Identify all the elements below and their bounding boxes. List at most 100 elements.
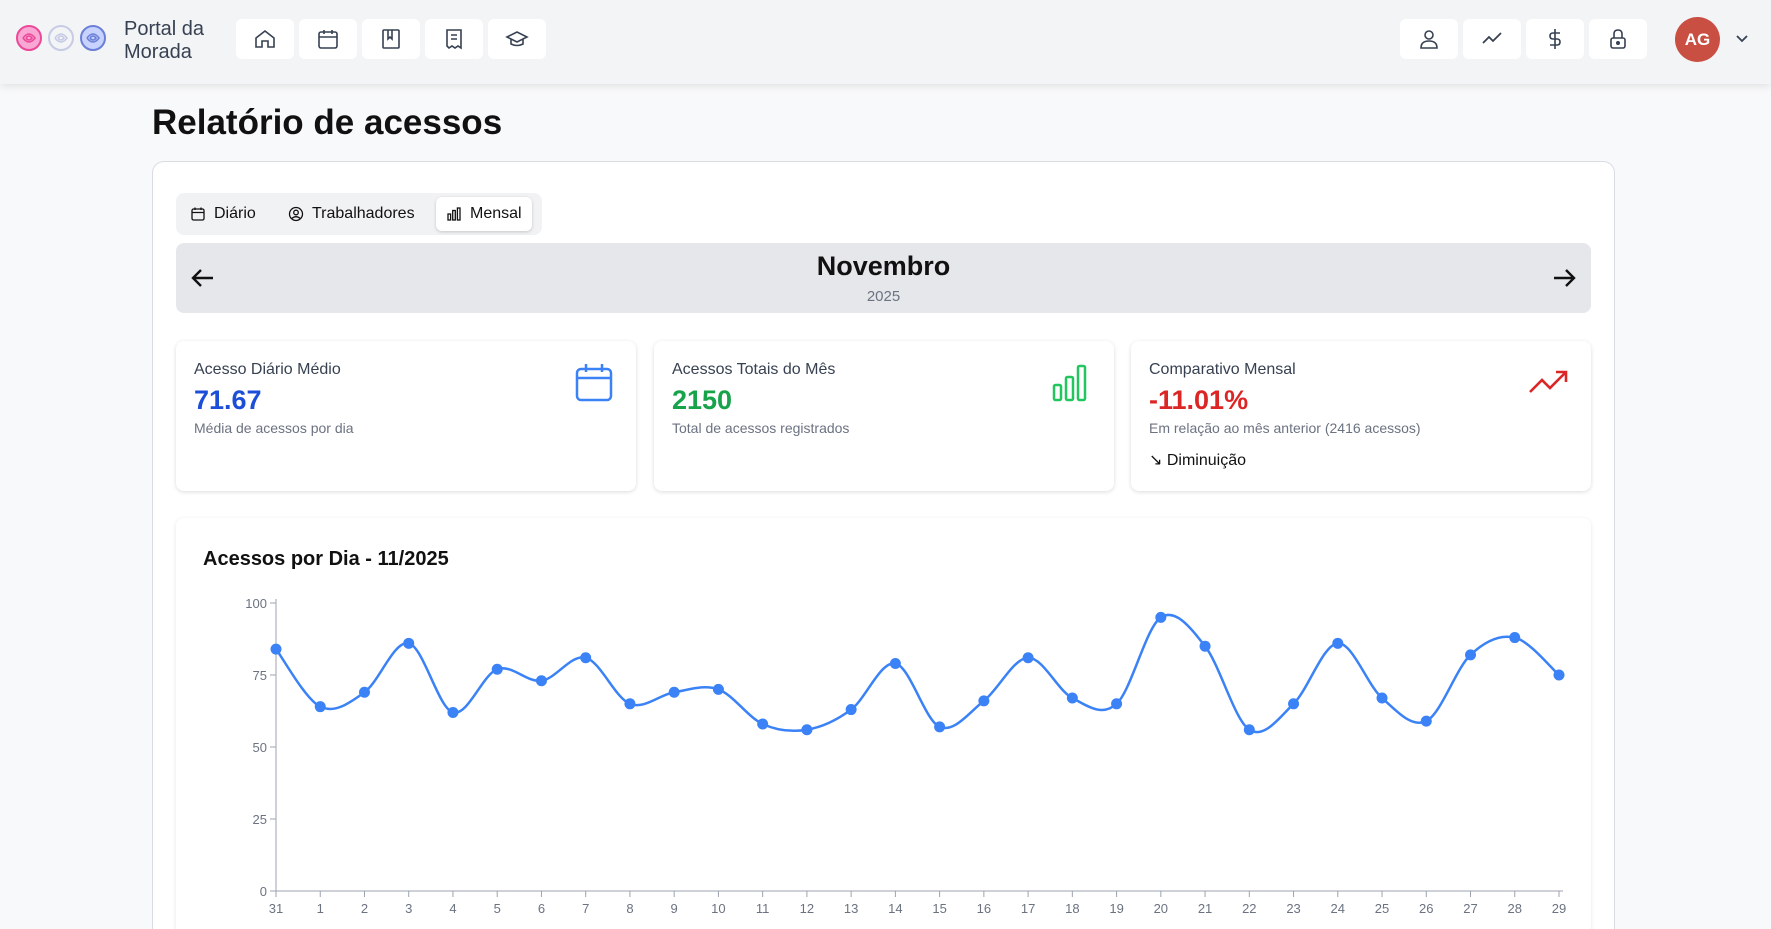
top-navbar: Portal da Morada AG (0, 0, 1771, 84)
lock-icon (1610, 29, 1626, 49)
nav-finance-button[interactable] (1526, 19, 1584, 59)
x-tick-label: 14 (888, 901, 902, 916)
data-point (358, 686, 370, 698)
stat-card-monthly-comparison: Comparativo Mensal -11.01% Em relação ao… (1131, 341, 1591, 491)
x-tick-label: 26 (1419, 901, 1433, 916)
x-tick-label: 28 (1508, 901, 1522, 916)
brand-name[interactable]: Portal da Morada (124, 18, 204, 64)
nav-home-button[interactable] (236, 19, 294, 59)
nav-calendar-button[interactable] (299, 19, 357, 59)
x-tick-label: 8 (626, 901, 633, 916)
x-tick-label: 25 (1375, 901, 1389, 916)
data-point (712, 683, 724, 695)
data-point (270, 643, 282, 655)
users-icon (1420, 30, 1438, 49)
nav-security-button[interactable] (1589, 19, 1647, 59)
stat-label: Comparativo Mensal (1149, 361, 1296, 378)
x-tick-label: 19 (1109, 901, 1123, 916)
series-line (274, 613, 1560, 734)
data-point (1376, 692, 1388, 704)
chevron-down-icon[interactable] (1732, 28, 1752, 48)
data-point (580, 652, 592, 664)
x-tick-label: 13 (844, 901, 858, 916)
y-tick-label: 25 (253, 812, 267, 827)
x-tick-label: 29 (1552, 901, 1566, 916)
stat-desc: Total de acessos registrados (672, 420, 850, 436)
x-tick-label: 1 (317, 901, 324, 916)
user-avatar[interactable]: AG (1675, 17, 1720, 62)
x-tick-label: 17 (1021, 901, 1035, 916)
stat-card-month-total: Acessos Totais do Mês 2150 Total de aces… (654, 341, 1114, 491)
nav-bookings-button[interactable] (362, 19, 420, 59)
data-point (1332, 637, 1344, 649)
tab-label: Trabalhadores (312, 205, 415, 222)
graduation-cap-icon (505, 31, 529, 47)
x-tick-label: 12 (800, 901, 814, 916)
data-point (889, 657, 901, 669)
logo[interactable] (14, 23, 108, 53)
data-point (447, 706, 459, 718)
stat-trend: ↘ Diminuição (1149, 452, 1246, 469)
stat-value: 2150 (672, 385, 733, 415)
x-tick-label: 18 (1065, 901, 1079, 916)
nav-receipts-button[interactable] (425, 19, 483, 59)
x-tick-label: 6 (538, 901, 545, 916)
data-point (314, 701, 326, 713)
tab-diario[interactable]: Diário (180, 197, 266, 231)
nav-users-button[interactable] (1400, 19, 1458, 59)
data-point (801, 724, 813, 736)
month-navigator: Novembro 2025 (176, 243, 1591, 313)
x-tick-label: 16 (977, 901, 991, 916)
x-tick-label: 20 (1154, 901, 1168, 916)
x-tick-label: 22 (1242, 901, 1256, 916)
bar-chart-icon (447, 207, 461, 221)
data-point (1243, 724, 1255, 736)
user-circle-icon (288, 206, 304, 222)
stat-label: Acessos Totais do Mês (672, 361, 836, 378)
data-point (1022, 652, 1034, 664)
page-title: Relatório de acessos (152, 103, 503, 142)
brand-line-1: Portal da (124, 18, 205, 40)
x-tick-label: 23 (1286, 901, 1300, 916)
trend-line-icon (1482, 32, 1502, 44)
x-tick-label: 9 (671, 901, 678, 916)
y-tick-label: 0 (260, 884, 267, 899)
calendar-icon (575, 364, 613, 402)
data-point (491, 663, 503, 675)
data-point (1465, 649, 1477, 661)
x-tick-label: 4 (449, 901, 456, 916)
nav-education-button[interactable] (488, 19, 546, 59)
arrow-right-icon[interactable] (1549, 263, 1579, 293)
tab-label: Mensal (470, 205, 522, 222)
stat-value: 71.67 (194, 385, 262, 415)
data-point (668, 686, 680, 698)
y-tick-label: 75 (253, 668, 267, 683)
x-tick-label: 11 (756, 901, 770, 916)
data-point (978, 695, 990, 707)
month-name: Novembro (816, 251, 951, 281)
data-point (757, 718, 769, 730)
rose-white-icon (48, 25, 74, 51)
data-point (1509, 632, 1521, 644)
stat-desc: Em relação ao mês anterior (2416 acessos… (1149, 420, 1421, 436)
data-point (1066, 692, 1078, 704)
x-tick-label: 24 (1331, 901, 1345, 916)
calendar-icon (191, 207, 205, 221)
chart-card: Acessos por Dia - 11/2025 0 25 50 75 100 31 1 2… (176, 518, 1591, 929)
tab-mensal[interactable]: Mensal (436, 197, 532, 231)
rose-blue-icon (80, 25, 106, 51)
nav-trends-button[interactable] (1463, 19, 1521, 59)
tab-trabalhadores[interactable]: Trabalhadores (278, 197, 425, 231)
data-point (535, 675, 547, 687)
month-year: 2025 (866, 288, 901, 305)
trending-up-icon (1529, 370, 1568, 393)
report-tabs: Diário Trabalhadores Mensal (176, 193, 542, 235)
receipt-icon (446, 29, 462, 50)
data-point (1111, 698, 1123, 710)
y-tick-label: 100 (245, 596, 267, 611)
tab-label: Diário (214, 205, 256, 222)
y-tick-label: 50 (253, 740, 267, 755)
x-tick-label: 21 (1198, 901, 1212, 916)
data-point (1155, 611, 1167, 623)
dollar-icon (1549, 29, 1561, 49)
